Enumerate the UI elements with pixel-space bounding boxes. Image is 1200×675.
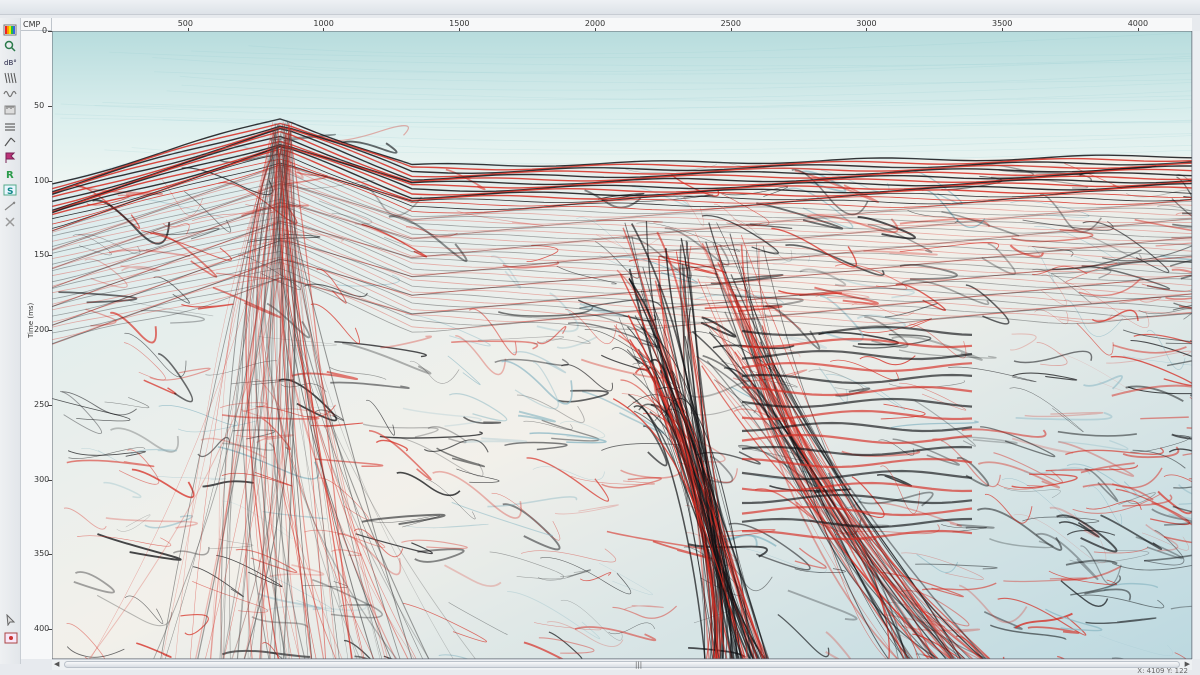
cross-icon[interactable] bbox=[3, 216, 17, 228]
svg-text:R: R bbox=[6, 170, 14, 180]
line-icon[interactable] bbox=[3, 200, 17, 212]
scroll-left-arrow[interactable]: ◀ bbox=[54, 660, 59, 669]
y-tick-label-200: 200 bbox=[34, 325, 50, 335]
zoom-icon[interactable] bbox=[3, 40, 17, 52]
scroll-grip: ||| bbox=[635, 661, 643, 669]
horizontal-scroll-thumb[interactable]: ||| bbox=[64, 661, 1180, 669]
x-tick-label-1000: 1000 bbox=[313, 19, 334, 28]
cursor-status: X: 4109 Y: 122 bbox=[1137, 667, 1188, 675]
x-tick-label-4000: 4000 bbox=[1127, 19, 1149, 28]
horizontal-scrollbar[interactable]: ◀ ||| ▶ bbox=[52, 659, 1192, 670]
time-axis-title: Time (ms) bbox=[27, 302, 35, 338]
y-tick-label-50: 50 bbox=[34, 100, 45, 110]
seismic-viewer-window: dB° R S CMP 500 1000 1500 2000 2500 3000… bbox=[0, 0, 1200, 675]
y-tick-label-150: 150 bbox=[34, 250, 50, 260]
cmp-axis: 500 1000 1500 2000 2500 3000 3500 4000 bbox=[52, 18, 1192, 32]
x-tick-label-3500: 3500 bbox=[992, 19, 1013, 28]
y-tick-label-400: 400 bbox=[34, 624, 50, 634]
settings-icon[interactable] bbox=[4, 632, 18, 644]
svg-text:dB°: dB° bbox=[4, 59, 17, 67]
rainbow-palette-icon[interactable] bbox=[3, 24, 17, 36]
layers-icon[interactable] bbox=[3, 120, 17, 132]
vertical-scrollbar[interactable] bbox=[1192, 31, 1200, 659]
time-axis: 0 50 100 150 200 250 300 350 400 bbox=[21, 27, 53, 659]
x-tick-label-1500: 1500 bbox=[449, 19, 470, 28]
x-tick-label-3000: 3000 bbox=[856, 19, 877, 28]
r-button-icon[interactable]: R bbox=[3, 168, 17, 180]
display-options-icon[interactable]: dB° bbox=[3, 56, 17, 68]
wiggle-icon[interactable] bbox=[3, 88, 17, 100]
y-tick-label-0: 0 bbox=[42, 26, 48, 35]
s-button-icon[interactable]: S bbox=[3, 184, 17, 196]
pick-icon[interactable] bbox=[3, 136, 17, 148]
seismic-section-plot[interactable] bbox=[52, 31, 1192, 659]
ruler-icon[interactable] bbox=[3, 104, 17, 116]
window-title-strip bbox=[0, 0, 1200, 15]
cmp-corner-label: CMP bbox=[21, 18, 52, 31]
pointer-icon[interactable] bbox=[4, 614, 18, 626]
left-toolbar: dB° R S bbox=[0, 18, 21, 664]
trace-icon[interactable] bbox=[3, 72, 17, 84]
flag-icon[interactable] bbox=[3, 152, 17, 164]
x-tick-label-2000: 2000 bbox=[584, 19, 606, 28]
seismic-section-svg bbox=[52, 31, 1192, 659]
y-tick-label-100: 100 bbox=[34, 175, 50, 185]
y-tick-label-300: 300 bbox=[34, 474, 50, 484]
x-tick-label-500: 500 bbox=[177, 19, 193, 28]
y-tick-label-250: 250 bbox=[34, 399, 50, 409]
x-tick-label-2500: 2500 bbox=[720, 19, 741, 28]
svg-text:S: S bbox=[7, 187, 13, 196]
y-tick-label-350: 350 bbox=[34, 549, 50, 559]
